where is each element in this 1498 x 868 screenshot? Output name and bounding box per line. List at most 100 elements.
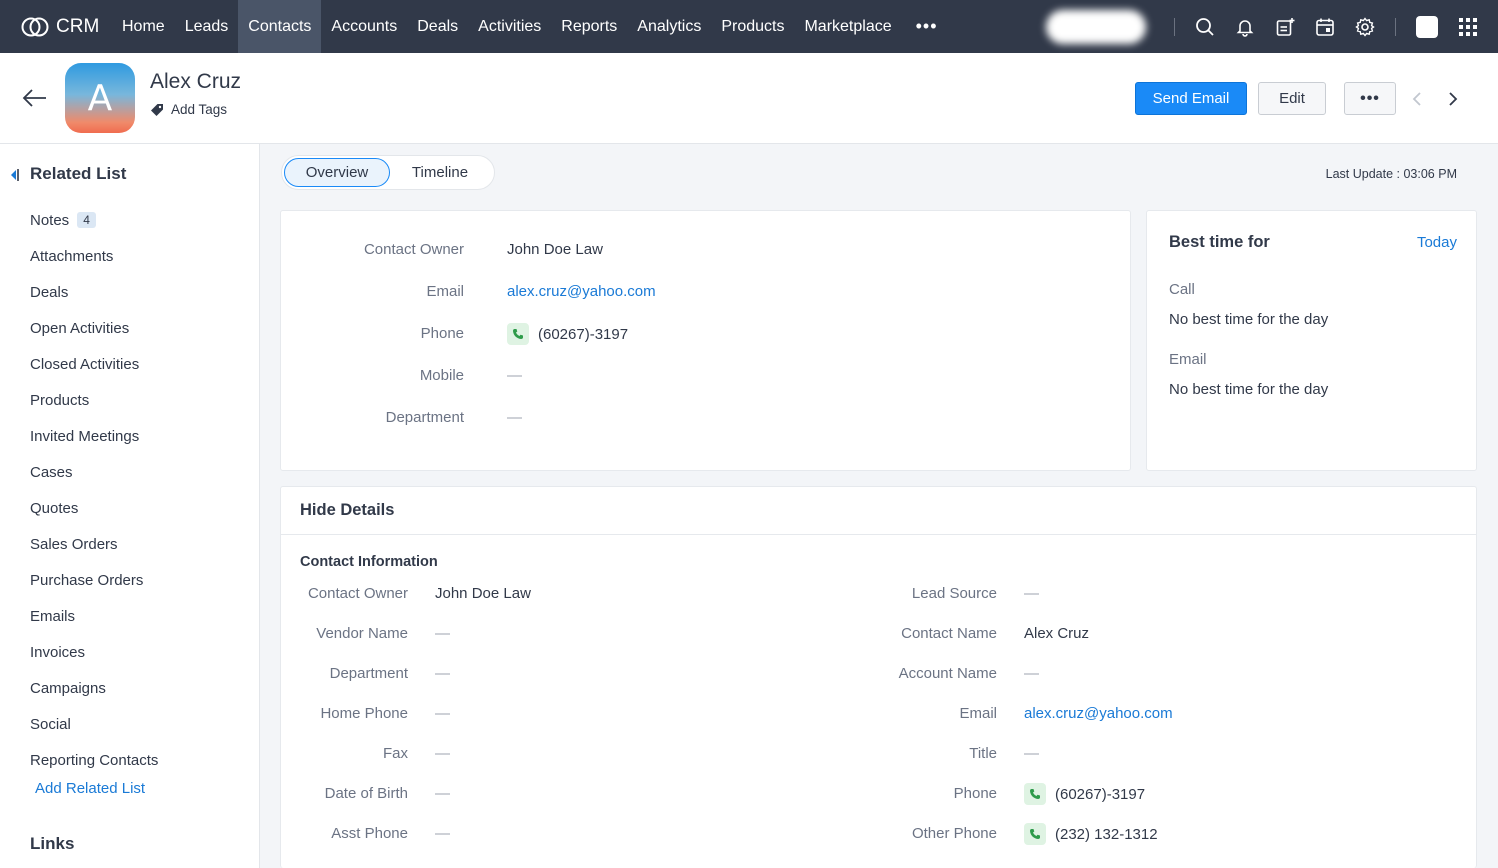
field-label: Department [385,409,464,426]
related-item-purchase-orders[interactable]: Purchase Orders [30,562,158,598]
detail-row-contact-name: Contact Name Alex Cruz [281,625,1476,645]
related-item-label: Reporting Contacts [30,751,159,769]
related-item-attachments[interactable]: Attachments [30,238,158,274]
nav-tab-contacts[interactable]: Contacts [238,0,322,53]
related-item-label: Invited Meetings [30,427,140,445]
record-header: A Alex Cruz Add Tags Send Email Edit ••• [0,53,1498,144]
nav-tabs: Home Leads Contacts Accounts Deals Activities… [112,0,902,53]
nav-tab-home[interactable]: Home [112,0,175,53]
related-item-social[interactable]: Social [30,706,158,742]
last-update-text: Last Update : 03:06 PM [1325,167,1457,181]
detail-row-account-name: Account Name — [281,665,1476,685]
best-time-email-value: No best time for the day [1169,381,1329,398]
nav-tab-products[interactable]: Products [711,0,794,53]
related-item-label: Deals [30,283,69,301]
phone-number: (60267)-3197 [538,325,629,343]
send-email-button[interactable]: Send Email [1135,82,1247,115]
related-item-label: Invoices [30,643,86,661]
hide-details-toggle[interactable]: Hide Details [300,501,394,520]
phone-call-icon[interactable] [1024,783,1046,805]
related-item-deals[interactable]: Deals [30,274,158,310]
field-label: Phone [420,325,464,342]
nav-tab-marketplace[interactable]: Marketplace [794,0,901,53]
nav-right-tools [1046,0,1498,53]
email-link[interactable]: alex.cruz@yahoo.com [507,283,656,300]
settings-gear-icon[interactable] [1351,13,1379,41]
phone-value[interactable]: (60267)-3197 [1024,783,1145,805]
nav-tab-accounts[interactable]: Accounts [321,0,407,53]
previous-record-icon[interactable] [1410,91,1424,112]
related-item-emails[interactable]: Emails [30,598,158,634]
related-item-reporting-contacts[interactable]: Reporting Contacts [30,742,158,778]
bell-icon[interactable] [1231,13,1259,41]
overview-row-email: Email alex.cruz@yahoo.com [281,283,1132,303]
related-item-invoices[interactable]: Invoices [30,634,158,670]
brand-name: CRM [56,15,100,37]
nav-tab-leads[interactable]: Leads [175,0,239,53]
related-item-label: Purchase Orders [30,571,144,589]
nav-divider [1174,17,1175,36]
phone-value[interactable]: (232) 132-1312 [1024,823,1158,845]
contact-information-heading: Contact Information [300,554,438,570]
related-item-campaigns[interactable]: Campaigns [30,670,158,706]
apps-grid-icon[interactable] [1454,13,1482,41]
related-item-sales-orders[interactable]: Sales Orders [30,526,158,562]
related-item-notes[interactable]: Notes 4 [30,202,158,238]
phone-call-icon[interactable] [1024,823,1046,845]
mobile-value: — [507,367,522,384]
field-value: — [1024,665,1039,682]
field-label: Contact Owner [363,241,464,258]
related-item-products[interactable]: Products [30,382,158,418]
new-record-icon[interactable] [1271,13,1299,41]
related-item-label: Campaigns [30,679,106,697]
back-arrow-icon[interactable] [22,89,48,112]
best-time-day-selector[interactable]: Today [1417,234,1457,251]
calendar-icon[interactable] [1311,13,1339,41]
contact-owner-value[interactable]: John Doe Law [507,241,603,258]
add-related-list-link[interactable]: Add Related List [35,780,145,797]
edit-button[interactable]: Edit [1258,82,1326,115]
field-value[interactable]: Alex Cruz [1024,625,1089,642]
nav-more-button[interactable]: ••• [902,0,952,53]
user-avatar[interactable] [1416,15,1438,38]
related-list-sidebar: Related List Notes 4 Attachments Deals Open … [0,144,260,868]
phone-call-icon[interactable] [507,323,529,345]
field-label: Phone [953,785,997,802]
tab-overview[interactable]: Overview [284,158,390,187]
next-record-icon[interactable] [1446,91,1460,112]
collapse-sidebar-icon[interactable] [8,168,20,187]
contact-name-title: Alex Cruz [150,70,242,93]
related-item-label: Notes [30,211,70,229]
add-tags-link[interactable]: Add Tags [150,102,227,117]
crm-logo[interactable]: CRM [0,0,112,53]
field-label: Email [426,283,464,300]
related-item-open-activities[interactable]: Open Activities [30,310,158,346]
contact-avatar: A [65,63,135,133]
related-item-invited-meetings[interactable]: Invited Meetings [30,418,158,454]
links-title: Links [30,834,75,853]
tab-timeline[interactable]: Timeline [392,158,488,187]
related-item-closed-activities[interactable]: Closed Activities [30,346,158,382]
more-actions-button[interactable]: ••• [1344,82,1396,115]
related-item-label: Products [30,391,90,409]
nav-tab-reports[interactable]: Reports [551,0,627,53]
best-time-call-value: No best time for the day [1169,311,1329,328]
details-card: Hide Details Contact Information Contact… [280,486,1477,868]
email-link[interactable]: alex.cruz@yahoo.com [1024,705,1173,722]
detail-row-other-phone: Other Phone (232) 132-1312 [281,823,1476,845]
blurred-user-info [1046,9,1146,44]
nav-tab-deals[interactable]: Deals [407,0,468,53]
phone-number: (60267)-3197 [1055,785,1146,803]
nav-tab-activities[interactable]: Activities [468,0,551,53]
search-icon[interactable] [1191,13,1219,41]
best-time-call-label: Call [1169,281,1195,298]
overview-row-phone: Phone (60267)-3197 [281,323,1132,347]
nav-tab-analytics[interactable]: Analytics [627,0,711,53]
view-toggle: Overview Timeline [281,155,495,190]
related-item-label: Closed Activities [30,355,140,373]
phone-value[interactable]: (60267)-3197 [507,323,628,345]
related-item-cases[interactable]: Cases [30,454,158,490]
related-item-quotes[interactable]: Quotes [30,490,158,526]
related-item-label: Sales Orders [30,535,118,553]
divider [281,534,1476,535]
